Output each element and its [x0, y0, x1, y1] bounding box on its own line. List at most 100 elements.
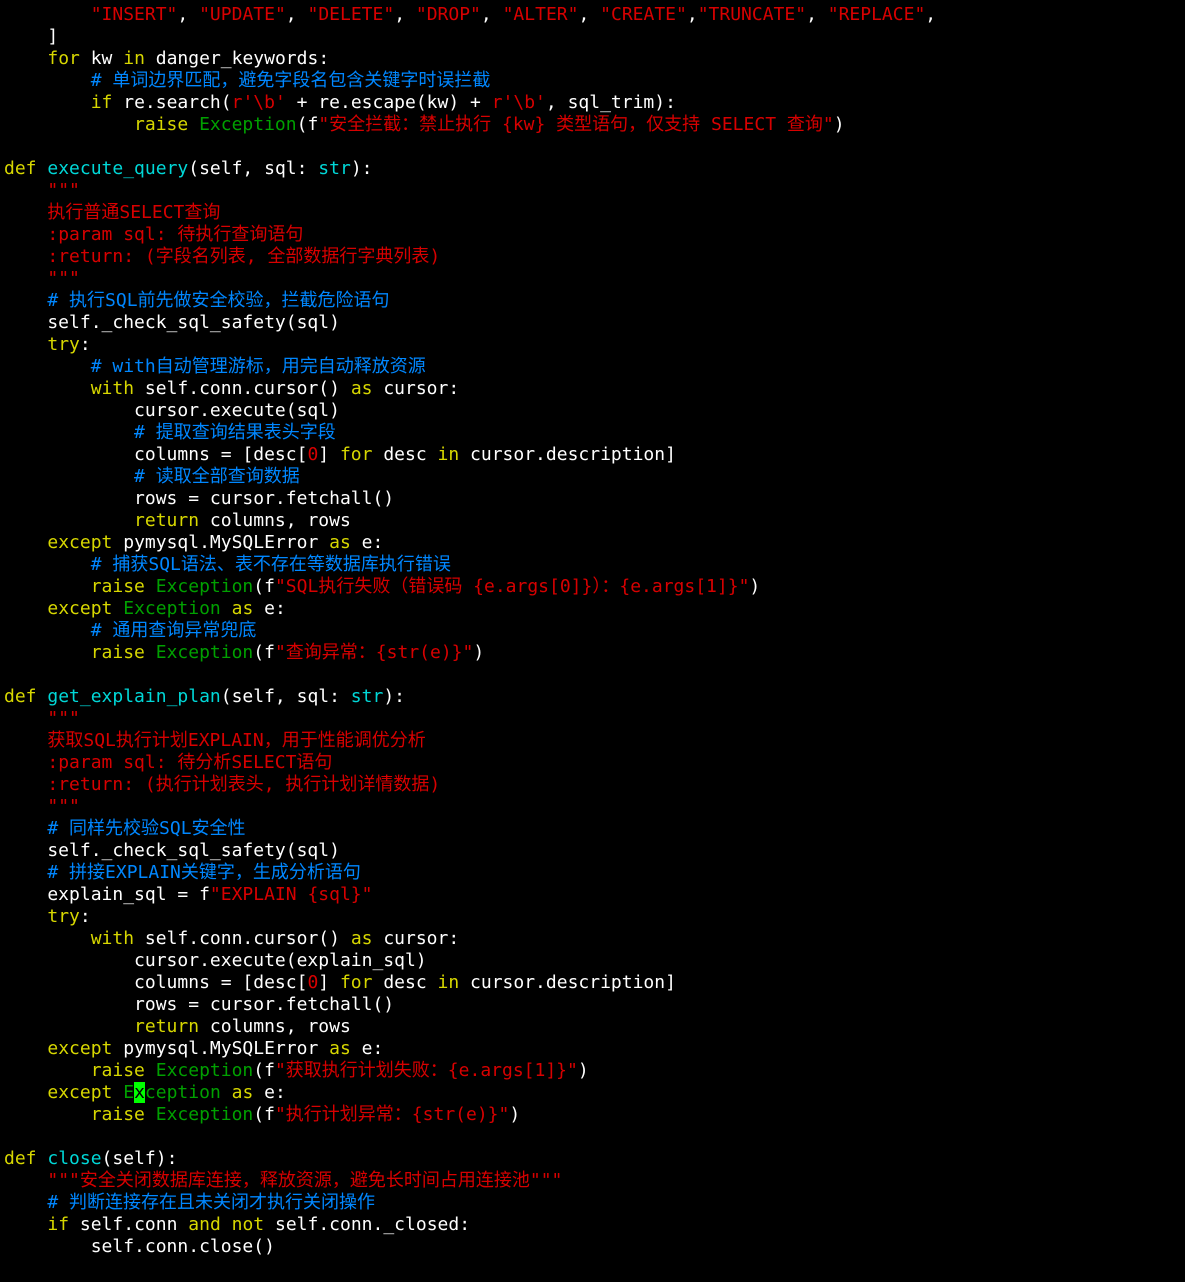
- code-token: pymysql.MySQLError: [112, 532, 330, 553]
- code-token: raise: [134, 114, 189, 135]
- code-token: ): [577, 1060, 589, 1081]
- code-token: raise: [90, 1104, 145, 1125]
- code-line: # 提取查询结果表头字段: [4, 422, 336, 444]
- code-line: :param sql: 待执行查询语句: [4, 224, 303, 246]
- code-line: # 拼接EXPLAIN关键字，生成分析语句: [4, 862, 361, 884]
- code-token: :return: (执行计划表头, 执行计划详情数据): [47, 774, 441, 795]
- code-token: if: [90, 92, 113, 113]
- code-token: as: [329, 532, 351, 553]
- code-line: rows = cursor.fetchall(): [4, 488, 394, 510]
- code-token: close: [47, 1148, 102, 1169]
- code-token: E: [123, 1082, 135, 1103]
- code-token: ]: [318, 444, 340, 465]
- code-token: ception: [144, 1082, 221, 1103]
- code-token: columns, rows: [199, 1016, 351, 1037]
- code-token: Exception: [123, 598, 221, 619]
- code-line: except pymysql.MySQLError as e:: [4, 532, 383, 554]
- code-line: def execute_query(self, sql: str):: [4, 158, 373, 180]
- code-token: def: [4, 686, 37, 707]
- code-token: r'\b': [491, 92, 546, 113]
- code-token: "TRUNCATE": [697, 4, 807, 25]
- code-line: self._check_sql_safety(sql): [4, 840, 340, 862]
- code-token: # 执行SQL前先做安全校验，拦截危险语句: [47, 290, 390, 311]
- code-token: except: [47, 598, 113, 619]
- code-token: ): [509, 1104, 521, 1125]
- code-token: e:: [350, 532, 384, 553]
- code-token: Exception: [155, 576, 254, 597]
- code-token: ,: [806, 4, 828, 25]
- code-token: as: [350, 378, 373, 399]
- code-line: raise Exception(f"SQL执行失败（错误码 {e.args[0]…: [4, 576, 761, 598]
- code-token: ,: [177, 4, 200, 25]
- code-token: r'\b': [231, 92, 286, 113]
- code-token: # 通用查询异常兜底: [90, 620, 257, 641]
- code-token: 0: [307, 972, 319, 993]
- code-token: columns, rows: [199, 510, 351, 531]
- code-token: except: [47, 1082, 113, 1103]
- code-token: "执行计划异常：{str(e)}": [274, 1104, 510, 1125]
- code-token: "ALTER": [502, 4, 579, 25]
- code-token: cursor.execute(explain_sql): [4, 950, 427, 971]
- code-editor[interactable]: "INSERT", "UPDATE", "DELETE", "DROP", "A…: [0, 0, 1185, 1282]
- code-token: in: [437, 444, 460, 465]
- code-token: ]: [318, 972, 340, 993]
- code-token: e:: [350, 1038, 384, 1059]
- code-token: desc: [372, 972, 438, 993]
- code-token: # 捕获SQL语法、表不存在等数据库执行错误: [90, 554, 451, 575]
- code-line: except pymysql.MySQLError as e:: [4, 1038, 383, 1060]
- code-line: """: [4, 180, 80, 202]
- code-token: self.conn: [69, 1214, 189, 1235]
- code-token: rows = cursor.fetchall(): [4, 488, 395, 509]
- code-token: Exception: [199, 114, 297, 135]
- code-line: :return: (字段名列表, 全部数据行字典列表): [4, 246, 440, 268]
- code-token: str: [350, 686, 384, 707]
- code-line: def get_explain_plan(self, sql: str):: [4, 686, 405, 708]
- code-line: raise Exception(f"查询异常：{str(e)}"): [4, 642, 484, 664]
- code-line: return columns, rows: [4, 1016, 351, 1038]
- code-line: raise Exception(f"执行计划异常：{str(e)}"): [4, 1104, 520, 1126]
- code-token: ,: [686, 4, 698, 25]
- code-line: columns = [desc[0] for desc in cursor.de…: [4, 444, 676, 466]
- code-token: and: [188, 1214, 221, 1235]
- code-token: cursor:: [372, 928, 460, 949]
- code-token: cursor.execute(sql): [4, 400, 340, 421]
- code-line: # 读取全部查询数据: [4, 466, 300, 488]
- code-token: except: [47, 532, 113, 553]
- code-token: e:: [253, 1082, 286, 1103]
- code-token: as: [350, 928, 373, 949]
- code-token: """: [47, 796, 80, 817]
- code-line: return columns, rows: [4, 510, 351, 532]
- code-token: ):: [350, 158, 373, 179]
- code-token: (f: [253, 1060, 275, 1081]
- code-line: with self.conn.cursor() as cursor:: [4, 378, 460, 400]
- text-cursor: x: [134, 1082, 145, 1103]
- code-token: desc: [372, 444, 438, 465]
- code-token: self._check_sql_safety(sql): [4, 840, 340, 861]
- code-token: try: [47, 906, 80, 927]
- code-token: Exception: [155, 1104, 254, 1125]
